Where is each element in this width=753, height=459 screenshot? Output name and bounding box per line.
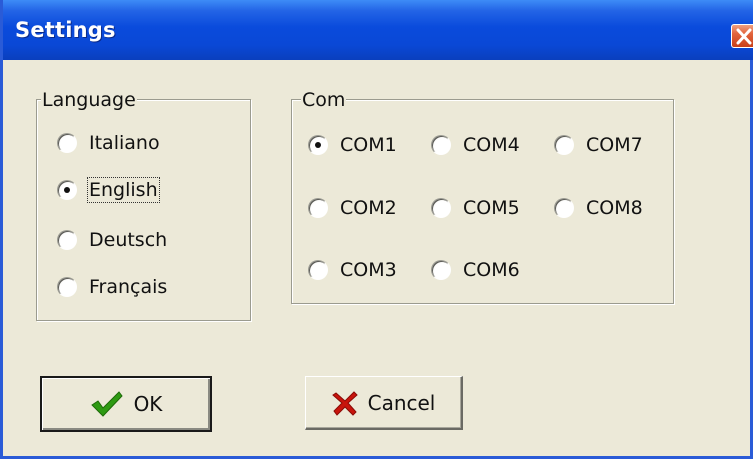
radio-com8[interactable]: COM8	[554, 194, 643, 222]
radio-com7-label: COM7	[586, 134, 643, 156]
com-group-legend: Com	[301, 89, 347, 111]
checkmark-icon	[90, 391, 123, 417]
window-title: Settings	[15, 18, 116, 42]
radio-com5[interactable]: COM5	[431, 194, 520, 222]
radio-button[interactable]	[57, 180, 77, 200]
cancel-button[interactable]: Cancel	[305, 376, 463, 430]
radio-italiano[interactable]: Italiano	[57, 129, 160, 157]
radio-com5-label: COM5	[463, 197, 520, 219]
radio-button[interactable]	[57, 230, 77, 250]
radio-button[interactable]	[554, 198, 574, 218]
ok-button-label: OK	[133, 392, 163, 416]
radio-button[interactable]	[308, 198, 328, 218]
radio-button[interactable]	[431, 198, 451, 218]
radio-english[interactable]: English	[57, 176, 160, 204]
radio-button[interactable]	[308, 135, 328, 155]
radio-com6-label: COM6	[463, 259, 520, 281]
radio-com4-label: COM4	[463, 134, 520, 156]
radio-com6[interactable]: COM6	[431, 256, 520, 284]
radio-com8-label: COM8	[586, 197, 643, 219]
radio-com1-label: COM1	[340, 134, 397, 156]
radio-italiano-label: Italiano	[89, 132, 160, 154]
radio-com3-label: COM3	[340, 259, 397, 281]
title-bar[interactable]: Settings	[3, 0, 753, 60]
language-group-legend: Language	[41, 89, 137, 111]
ok-button[interactable]: OK	[40, 376, 212, 432]
radio-english-label: English	[87, 177, 160, 203]
radio-button[interactable]	[431, 135, 451, 155]
radio-com7[interactable]: COM7	[554, 131, 643, 159]
radio-com3[interactable]: COM3	[308, 256, 397, 284]
radio-selected-dot	[64, 187, 70, 193]
radio-francais-label: Français	[89, 276, 168, 298]
radio-selected-dot	[315, 142, 321, 148]
radio-button[interactable]	[57, 277, 77, 297]
radio-francais[interactable]: Français	[57, 273, 167, 301]
radio-button[interactable]	[308, 260, 328, 280]
radio-button[interactable]	[57, 133, 77, 153]
settings-dialog: Settings Language Italiano English Deuts…	[0, 0, 753, 459]
cancel-button-label: Cancel	[367, 390, 436, 415]
radio-button[interactable]	[554, 135, 574, 155]
radio-com2[interactable]: COM2	[308, 194, 397, 222]
close-button[interactable]	[731, 24, 753, 48]
x-icon	[331, 390, 358, 416]
radio-deutsch[interactable]: Deutsch	[57, 226, 167, 254]
radio-com2-label: COM2	[340, 197, 397, 219]
radio-com4[interactable]: COM4	[431, 131, 520, 159]
radio-com1[interactable]: COM1	[308, 131, 397, 159]
close-icon	[736, 28, 752, 45]
radio-button[interactable]	[431, 260, 451, 280]
radio-deutsch-label: Deutsch	[89, 229, 168, 251]
